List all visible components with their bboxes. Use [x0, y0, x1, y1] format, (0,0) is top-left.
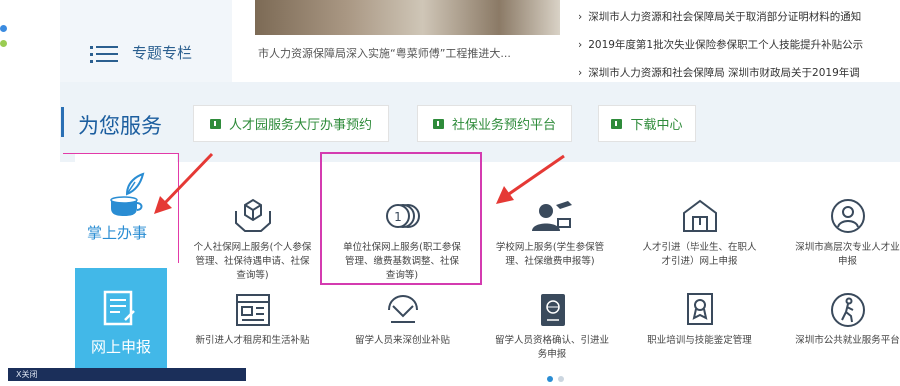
section-marker [61, 107, 64, 137]
browser-window-icon [235, 294, 270, 326]
button-label: 下载中心 [630, 118, 683, 133]
cell-text: 留学人员来深创业补贴 [354, 335, 450, 346]
highlight-box [320, 152, 482, 285]
news-photo[interactable] [255, 0, 560, 35]
scroll-dot-icon [0, 40, 7, 47]
zhuanti-label[interactable]: 专题专栏 [132, 42, 192, 63]
walking-person-icon [830, 293, 865, 327]
cell-text: 深圳市公共就业服务平台 [795, 335, 900, 346]
cell-text: 理、社保缴费申报等) [505, 256, 595, 267]
news-title[interactable]: 深圳市人力资源和社会保障局 深圳市财政局关于2019年调 [588, 67, 860, 79]
passport-icon [541, 294, 565, 326]
carousel-dot-icon[interactable] [547, 376, 553, 382]
vocational-training-service[interactable]: 职业培训与技能鉴定管理 [637, 292, 762, 348]
wangshang-label[interactable]: 网上申报 [75, 336, 167, 357]
social-security-booking-button[interactable]: 社保业务预约平台 [417, 105, 572, 142]
news-item[interactable]: › 深圳市人力资源和社会保障局关于取消部分证明材料的通知 [578, 8, 900, 36]
cell-text: 学校网上服务(学生参保管 [495, 242, 605, 253]
chat-flag-icon [611, 118, 623, 129]
cell-text: 申报 [837, 256, 857, 267]
carousel-dots [547, 367, 569, 386]
chat-flag-icon [209, 118, 221, 129]
photo-caption[interactable]: 市人力资源保障局深入实施“粤菜师傅”工程推进大... [258, 45, 511, 61]
talent-house-icon [682, 199, 717, 232]
close-label[interactable]: X关闭 [16, 369, 37, 380]
cell-text: 管理、社保待遇申请、社保 [195, 256, 310, 267]
cell-text: 深圳市高层次专业人才业 [795, 242, 900, 253]
handshake-icon [387, 294, 418, 323]
cell-text: 个人社保网上服务(个人参保 [193, 242, 312, 253]
close-bar[interactable]: X关闭 [8, 368, 246, 381]
cell-text: 职业培训与技能鉴定管理 [647, 335, 752, 346]
high-level-talent-service[interactable]: 深圳市高层次专业人才业 申报 [785, 197, 900, 269]
cell-text: 查询等) [236, 270, 269, 281]
red-arrow-icon [496, 154, 565, 204]
button-label: 社保业务预约平台 [451, 118, 556, 133]
cell-text: 人才引进（毕业生、在职人 [642, 242, 757, 253]
left-strip [0, 0, 12, 381]
cell-text: 新引进人才租房和生活补贴 [195, 335, 310, 346]
news-title[interactable]: 深圳市人力资源和社会保障局关于取消部分证明材料的通知 [588, 11, 861, 23]
news-title[interactable]: 2019年度第1批次失业保险参保职工个人技能提升补贴公示 [588, 39, 863, 51]
cell-text: 留学人员资格确认、引进业 [494, 335, 609, 346]
overseas-startup-subsidy[interactable]: 留学人员来深创业补贴 [340, 292, 465, 348]
cell-text: 才引进）网上申报 [661, 256, 738, 267]
talent-introduction-service[interactable]: 人才引进（毕业生、在职人 才引进）网上申报 [637, 197, 762, 269]
service-title: 为您服务 [78, 114, 162, 138]
document-icon [103, 290, 135, 326]
bullet-icon: › [578, 67, 583, 79]
bullet-icon: › [578, 11, 583, 23]
red-arrow-icon [154, 152, 214, 214]
public-employment-platform[interactable]: 深圳市公共就业服务平台 [785, 292, 900, 348]
cell-text: 务申报 [537, 349, 567, 360]
teapot-leaf-icon [110, 172, 145, 216]
carousel-dot-icon[interactable] [558, 376, 564, 382]
button-label: 人才园服务大厅办事预约 [228, 118, 372, 133]
certificate-icon [686, 293, 713, 325]
person-badge-icon [830, 199, 865, 233]
news-item[interactable]: › 2019年度第1批次失业保险参保职工个人技能提升补贴公示 [578, 36, 900, 64]
housing-subsidy-service[interactable]: 新引进人才租房和生活补贴 [185, 292, 320, 348]
overseas-qualification-service[interactable]: 留学人员资格确认、引进业 务申报 [487, 292, 617, 362]
list-icon [90, 46, 118, 63]
zhuanti-panel[interactable] [60, 0, 232, 82]
bullet-icon: › [578, 39, 583, 51]
hands-box-icon [234, 198, 271, 232]
download-center-button[interactable]: 下载中心 [598, 105, 696, 142]
zhangshang-label[interactable]: 掌上办事 [87, 222, 147, 243]
scroll-dot-icon [0, 25, 7, 32]
news-list: › 深圳市人力资源和社会保障局关于取消部分证明材料的通知 › 2019年度第1批次失… [578, 8, 900, 92]
chat-flag-icon [432, 118, 444, 129]
appointment-button[interactable]: 人才园服务大厅办事预约 [193, 105, 389, 142]
